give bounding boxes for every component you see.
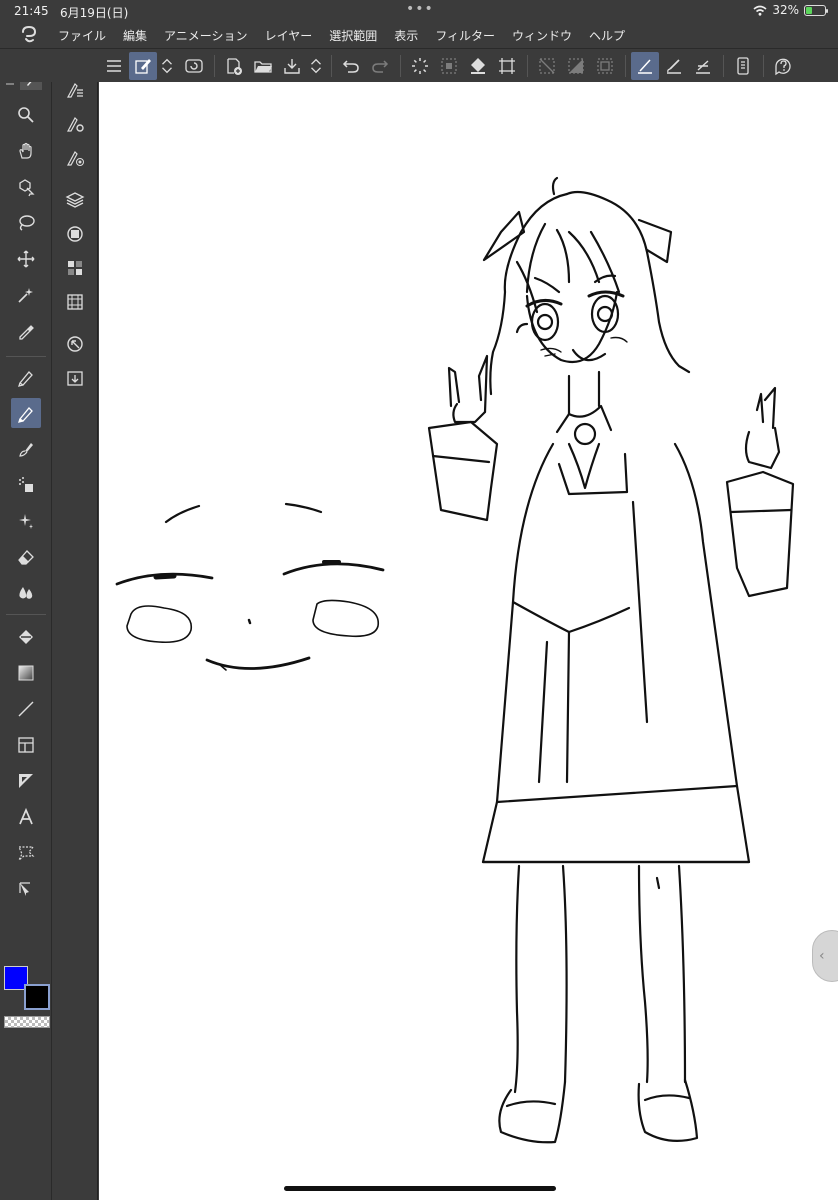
status-time: 21:45 bbox=[14, 4, 49, 18]
sub-tool-detail-icon[interactable] bbox=[60, 110, 90, 138]
up-down-icon[interactable] bbox=[158, 52, 176, 80]
status-bar: 21:45 6月19日(日) ••• 32% bbox=[0, 0, 838, 22]
panel-icon-strip: « › bbox=[52, 48, 98, 1200]
drawing-canvas[interactable] bbox=[99, 82, 838, 1200]
device-icon[interactable] bbox=[729, 52, 757, 80]
timeline-icon[interactable] bbox=[60, 288, 90, 316]
toolbar-divider bbox=[625, 55, 626, 77]
transform-icon[interactable] bbox=[180, 52, 208, 80]
menu-selection[interactable]: 選択範囲 bbox=[329, 27, 377, 44]
correct-line-icon[interactable] bbox=[11, 874, 41, 904]
snap-box-icon[interactable] bbox=[591, 52, 619, 80]
hand-icon[interactable] bbox=[11, 136, 41, 166]
object-icon[interactable] bbox=[11, 172, 41, 202]
decoration-icon[interactable] bbox=[11, 506, 41, 536]
menu-edit[interactable]: 編集 bbox=[123, 27, 147, 44]
undo-icon[interactable] bbox=[337, 52, 365, 80]
eyedropper-icon[interactable] bbox=[11, 316, 41, 346]
eraser-icon[interactable] bbox=[11, 542, 41, 572]
battery-fill bbox=[806, 6, 812, 14]
snap-line-icon[interactable] bbox=[689, 52, 717, 80]
brush-icon[interactable] bbox=[11, 434, 41, 464]
loading-icon[interactable] bbox=[406, 52, 434, 80]
color-set-icon[interactable] bbox=[60, 254, 90, 282]
home-indicator[interactable] bbox=[284, 1186, 556, 1191]
material-icon[interactable] bbox=[60, 364, 90, 392]
toolbar-divider bbox=[331, 55, 332, 77]
menu-icon[interactable] bbox=[100, 52, 128, 80]
transparent-color-swatch[interactable] bbox=[4, 1016, 50, 1028]
fill-icon[interactable] bbox=[464, 52, 492, 80]
wifi-icon bbox=[753, 5, 767, 16]
redo-icon[interactable] bbox=[366, 52, 394, 80]
status-date: 6月19日(日) bbox=[60, 6, 129, 20]
toolbar-divider bbox=[400, 55, 401, 77]
toolbar-divider bbox=[723, 55, 724, 77]
pen-icon[interactable] bbox=[11, 362, 41, 392]
fill-bucket-icon[interactable] bbox=[11, 622, 41, 652]
text-icon[interactable] bbox=[11, 802, 41, 832]
zoom-icon[interactable] bbox=[11, 100, 41, 130]
gradient-icon[interactable] bbox=[11, 658, 41, 688]
tool-divider bbox=[6, 356, 46, 357]
menu-window[interactable]: ウィンドウ bbox=[512, 27, 572, 44]
open-folder-icon[interactable] bbox=[249, 52, 277, 80]
frame-icon[interactable] bbox=[11, 730, 41, 760]
tool-divider bbox=[6, 614, 46, 615]
status-right: 32% bbox=[753, 3, 828, 17]
layer-property-icon[interactable] bbox=[60, 220, 90, 248]
clip-studio-logo-icon[interactable] bbox=[18, 26, 40, 44]
magic-wand-icon[interactable] bbox=[11, 280, 41, 310]
edit-mode-icon[interactable] bbox=[129, 52, 157, 80]
save-icon[interactable] bbox=[278, 52, 306, 80]
select-all-icon[interactable] bbox=[435, 52, 463, 80]
menu-help[interactable]: ヘルプ bbox=[589, 27, 625, 44]
toolbar-divider bbox=[527, 55, 528, 77]
menu-layer[interactable]: レイヤー bbox=[265, 27, 313, 44]
battery-percent: 32% bbox=[772, 3, 799, 17]
pencil-icon[interactable] bbox=[11, 398, 41, 428]
crop-icon[interactable] bbox=[493, 52, 521, 80]
help-icon[interactable] bbox=[769, 52, 797, 80]
more-dots-icon[interactable]: ••• bbox=[406, 1, 434, 17]
command-bar bbox=[0, 48, 838, 82]
toolbar-divider bbox=[763, 55, 764, 77]
snap-gradient-icon[interactable] bbox=[562, 52, 590, 80]
snap-off-icon[interactable] bbox=[533, 52, 561, 80]
up-down-icon[interactable] bbox=[307, 52, 325, 80]
menu-bar: ファイル 編集 アニメーション レイヤー 選択範囲 表示 フィルター ウィンドウ… bbox=[0, 22, 838, 48]
airbrush-icon[interactable] bbox=[11, 470, 41, 500]
chevron-left-icon: ‹ bbox=[819, 948, 825, 964]
snap-brush-icon[interactable] bbox=[660, 52, 688, 80]
lasso-icon[interactable] bbox=[11, 208, 41, 238]
battery-icon bbox=[804, 4, 828, 16]
tool-palette: « bbox=[0, 48, 52, 1200]
menu-filter[interactable]: フィルター bbox=[435, 27, 495, 44]
line-art-sketch bbox=[115, 176, 795, 1144]
snap-ruler-icon[interactable] bbox=[631, 52, 659, 80]
clip-studio-window: 21:45 6月19日(日) ••• 32% ファイル 編集 アニメーション レ… bbox=[0, 0, 838, 1200]
menu-animation[interactable]: アニメーション bbox=[164, 27, 248, 44]
layer-icon[interactable] bbox=[60, 186, 90, 214]
sub-color-swatch[interactable] bbox=[24, 984, 50, 1010]
brush-size-icon[interactable] bbox=[60, 144, 90, 172]
side-panel-handle[interactable]: ‹ bbox=[812, 930, 838, 982]
ruler-icon[interactable] bbox=[11, 766, 41, 796]
menu-view[interactable]: 表示 bbox=[394, 27, 418, 44]
balloon-icon[interactable] bbox=[11, 838, 41, 868]
toolbar-divider bbox=[214, 55, 215, 77]
navigator-icon[interactable] bbox=[60, 330, 90, 358]
new-canvas-icon[interactable] bbox=[220, 52, 248, 80]
blend-icon[interactable] bbox=[11, 578, 41, 608]
move-icon[interactable] bbox=[11, 244, 41, 274]
menu-file[interactable]: ファイル bbox=[58, 27, 106, 44]
line-icon[interactable] bbox=[11, 694, 41, 724]
